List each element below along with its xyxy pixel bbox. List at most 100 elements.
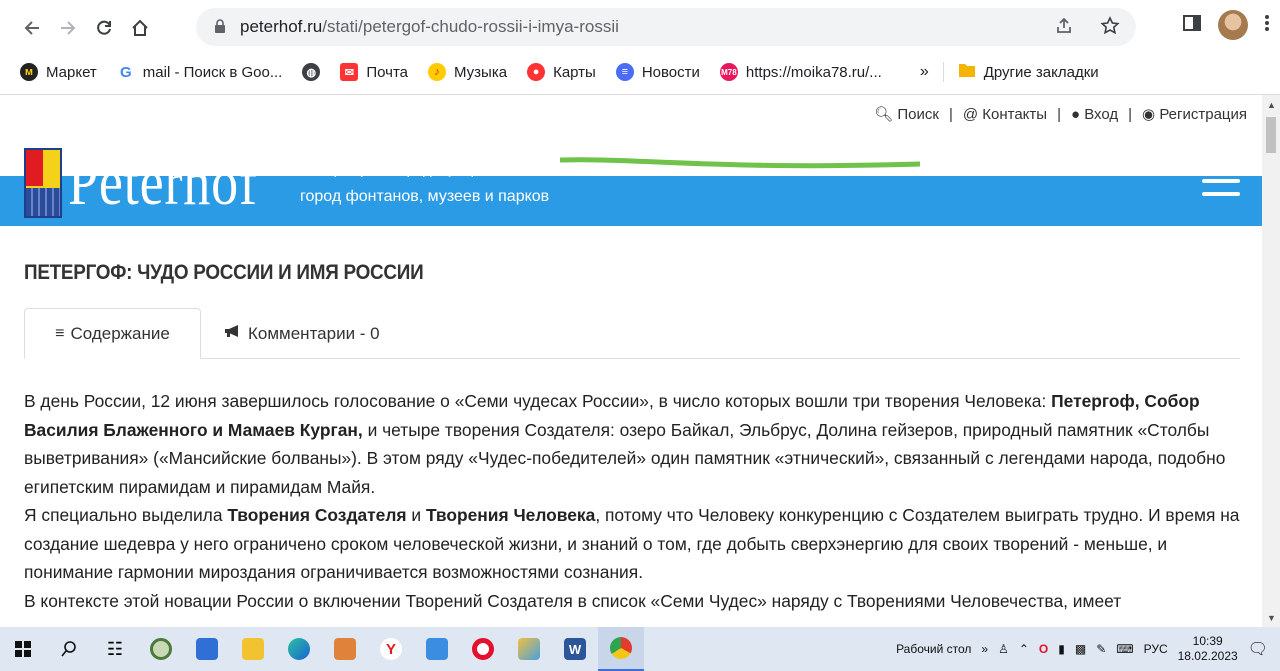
- bookmarks-divider: [942, 62, 944, 82]
- overflow-chevron-icon[interactable]: »: [981, 642, 988, 656]
- taskbar-app-word[interactable]: W: [552, 627, 598, 671]
- tab-contents[interactable]: ≡ Содержание: [24, 308, 201, 359]
- chevron-up-icon[interactable]: ⌃: [1019, 642, 1029, 656]
- register-link-label: Регистрация: [1159, 106, 1247, 123]
- other-bookmarks-folder[interactable]: Другие закладки: [958, 62, 1099, 82]
- taskbar-app-explorer[interactable]: [230, 627, 276, 671]
- lock-icon: [214, 19, 228, 35]
- contacts-link[interactable]: @ Контакты: [963, 106, 1047, 123]
- bookmark-maps[interactable]: ● Карты: [527, 63, 596, 81]
- windows-icon: [15, 641, 31, 657]
- page-viewport: 🔍︎ Поиск | @ Контакты | ● Вход | ◉ Регис…: [0, 95, 1262, 627]
- bookmark-globe[interactable]: ◍: [302, 63, 321, 81]
- login-link[interactable]: ● Вход: [1071, 106, 1118, 123]
- menu-dots-icon[interactable]: [1264, 13, 1270, 38]
- search-icon: [61, 641, 76, 657]
- hamburger-line: [1202, 179, 1240, 183]
- taskbar-app-circle[interactable]: [138, 627, 184, 671]
- mail-icon: [196, 638, 218, 660]
- taskbar-app-photo[interactable]: [322, 627, 368, 671]
- taskbar-app-paint[interactable]: [506, 627, 552, 671]
- bookmark-market[interactable]: м Маркет: [20, 63, 97, 81]
- opera-tray-icon[interactable]: O: [1039, 642, 1048, 656]
- chrome-icon: [610, 637, 632, 659]
- music-icon: ♪: [428, 63, 447, 81]
- register-link[interactable]: ◉ Регистрация: [1142, 105, 1247, 123]
- notifications-icon[interactable]: 🗨︎: [1248, 639, 1268, 659]
- text-span: Я специально выделила: [24, 505, 228, 525]
- m78-icon: M78: [719, 63, 738, 81]
- taskbar-app-edge[interactable]: [276, 627, 322, 671]
- coat-of-arms-logo[interactable]: [24, 148, 62, 218]
- taskbar-app-mail[interactable]: [184, 627, 230, 671]
- news-icon: ≡: [615, 63, 634, 81]
- contacts-link-label: Контакты: [982, 105, 1048, 123]
- start-button[interactable]: [0, 627, 46, 671]
- clock[interactable]: 10:39 18.02.2023: [1178, 634, 1238, 664]
- scrollbar-thumb[interactable]: [1266, 117, 1276, 153]
- divider: |: [1128, 105, 1133, 123]
- browser-toolbar: peterhof.ru/stati/petergof-chudo-rossii-…: [0, 0, 1280, 55]
- yandex-icon: Y: [380, 638, 402, 660]
- word-icon: W: [564, 638, 586, 660]
- back-button[interactable]: [14, 10, 50, 46]
- hamburger-menu-button[interactable]: [1202, 166, 1240, 196]
- search-link[interactable]: 🔍︎ Поиск: [874, 105, 939, 123]
- bookmarks-overflow-button[interactable]: »: [920, 63, 929, 81]
- bookmark-pochta[interactable]: ✉ Почта: [340, 63, 408, 81]
- taskbar-search-button[interactable]: [46, 627, 92, 671]
- forward-button[interactable]: [50, 10, 86, 46]
- star-icon[interactable]: [1100, 16, 1120, 41]
- megaphone-icon: [224, 324, 242, 343]
- scroll-up-icon[interactable]: ▲: [1267, 100, 1276, 110]
- folder-icon: [242, 638, 264, 660]
- side-panel-icon[interactable]: [1182, 13, 1202, 38]
- scroll-down-icon[interactable]: ▼: [1267, 613, 1276, 623]
- tagline-secondary: город фонтанов, музеев и парков: [300, 188, 550, 205]
- taskbar-app-yandex[interactable]: Y: [368, 627, 414, 671]
- page-scrollbar[interactable]: ▲ ▼: [1262, 95, 1280, 627]
- taskbar-app-opera[interactable]: [460, 627, 506, 671]
- article-paragraph: В контексте этой новации России о включе…: [24, 587, 1240, 616]
- search-link-label: Поиск: [897, 106, 939, 123]
- bookmark-news[interactable]: ≡ Новости: [615, 63, 700, 81]
- image-icon: [334, 638, 356, 660]
- calculator-icon: [426, 638, 448, 660]
- site-logo-text[interactable]: Peterhof: [68, 148, 258, 218]
- text-span: В контексте этой новации России о включе…: [24, 590, 1122, 611]
- share-icon[interactable]: [1054, 16, 1074, 41]
- tab-comments[interactable]: Комментарии - 0: [224, 308, 380, 359]
- bold-text: Творения Человека: [425, 505, 596, 525]
- bookmark-music[interactable]: ♪ Музыка: [428, 63, 507, 81]
- taskbar-app-chrome[interactable]: [598, 627, 644, 671]
- article-paragraph: В день России, 12 июня завершилось голос…: [24, 387, 1240, 501]
- bookmarks-bar: м Маркет G mail - Поиск в Goo... ◍ ✉ Поч…: [0, 55, 1280, 89]
- bookmark-label: Карты: [553, 63, 596, 81]
- article-body: В день России, 12 июня завершилось голос…: [24, 387, 1240, 615]
- home-button[interactable]: [122, 10, 158, 46]
- desktop-toolbar-label[interactable]: Рабочий стол: [896, 642, 971, 656]
- reload-button[interactable]: [86, 10, 122, 46]
- people-icon[interactable]: ♙: [998, 642, 1009, 656]
- system-tray: Рабочий стол » ♙ ⌃ O ▮ ▩ ✎ ⌨ РУС 10:39 1…: [896, 627, 1280, 671]
- taskbar-app-calc[interactable]: [414, 627, 460, 671]
- maps-icon: ●: [527, 63, 546, 81]
- battery-icon[interactable]: ▮: [1058, 642, 1065, 656]
- align-left-icon: ≡: [55, 324, 65, 342]
- pen-icon[interactable]: ✎: [1096, 642, 1106, 656]
- network-icon[interactable]: ▩: [1075, 642, 1086, 656]
- profile-avatar[interactable]: [1218, 10, 1248, 40]
- top-links: 🔍︎ Поиск | @ Контакты | ● Вход | ◉ Регис…: [874, 105, 1247, 124]
- keyboard-icon[interactable]: ⌨: [1116, 642, 1133, 656]
- address-bar[interactable]: peterhof.ru/stati/petergof-chudo-rossii-…: [196, 8, 1136, 46]
- globe-icon: ◍: [302, 63, 321, 81]
- bookmark-google-mail[interactable]: G mail - Поиск в Goo...: [116, 63, 282, 81]
- language-indicator[interactable]: РУС: [1144, 642, 1168, 656]
- opera-icon: [472, 638, 494, 660]
- bookmark-label: Новости: [641, 63, 700, 81]
- bookmark-moika78[interactable]: M78 https://moika78.ru/...: [719, 63, 882, 81]
- tab-comments-label: Комментарии - 0: [248, 323, 380, 343]
- task-view-icon: ☷: [106, 638, 124, 659]
- article-tabs: ≡ Содержание Комментарии - 0: [24, 308, 1240, 359]
- task-view-button[interactable]: ☷: [92, 627, 138, 671]
